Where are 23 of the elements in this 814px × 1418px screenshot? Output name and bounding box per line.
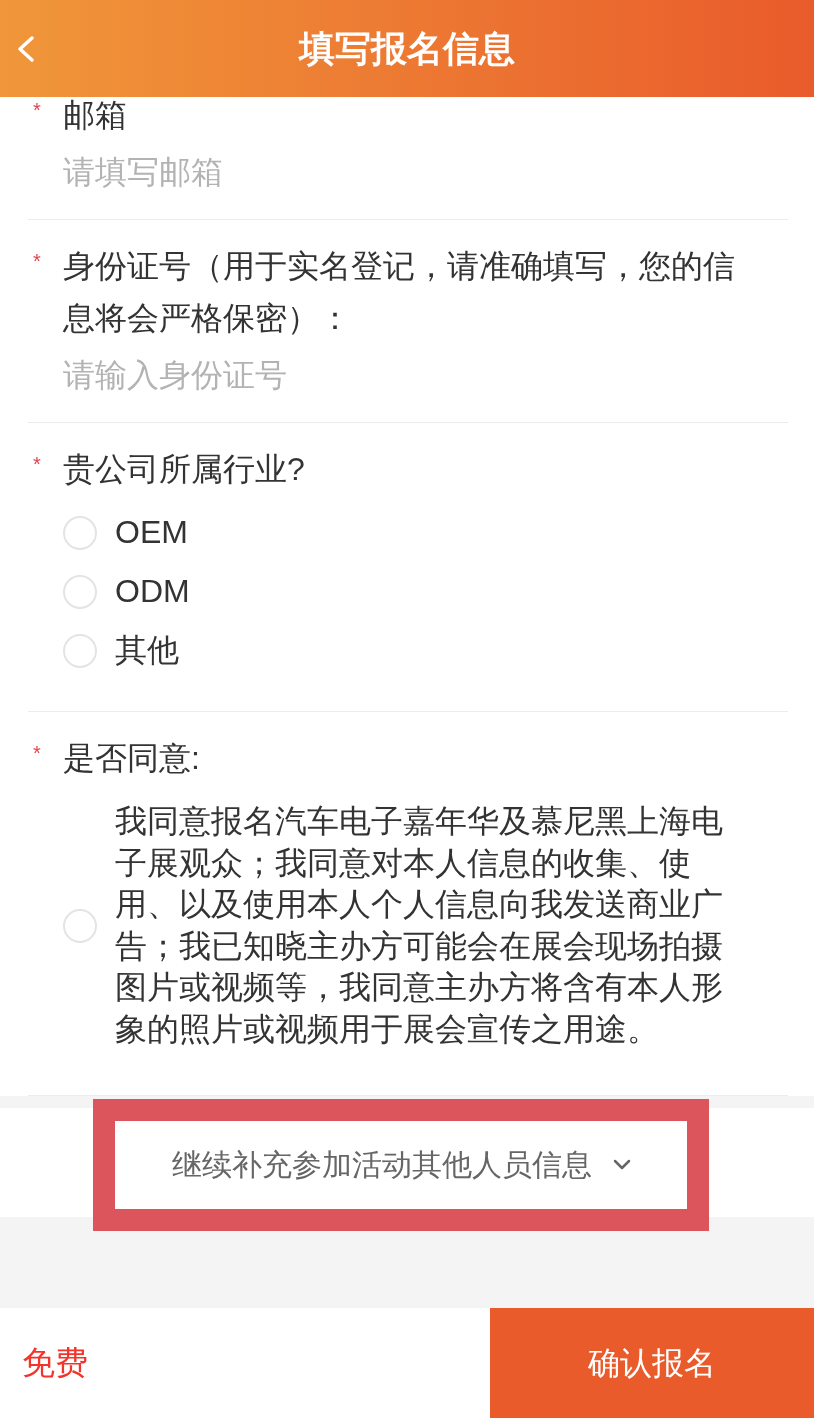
option-label[interactable]: ODM (115, 571, 190, 612)
field-label: 贵公司所属行业? (63, 450, 305, 489)
radio-button[interactable] (63, 574, 97, 609)
back-icon[interactable] (15, 34, 37, 63)
required-mark: * (33, 741, 41, 766)
required-mark: * (33, 98, 41, 123)
chevron-down-icon (612, 1159, 631, 1171)
option-label[interactable]: 我同意报名汽车电子嘉年华及慕尼黑上海电子展观众；我同意对本人信息的收集、使用、以及使用本人个人信息向我发送商业广告；我已知晓主办方可能会在展会现场拍摄图片或视频等，我同意主办方将含有本人形象的照片或视频用于展会宣传之用途。 (115, 801, 735, 1051)
price-label: 免费 (22, 1343, 88, 1383)
page-title: 填写报名信息 (299, 26, 515, 71)
field-label: 是否同意: (63, 739, 200, 778)
field-label: 邮箱 (63, 97, 127, 135)
radio-button[interactable] (63, 633, 97, 668)
input-field[interactable]: 请输入身份证号 (63, 355, 788, 395)
field-label: 身份证号（用于实名登记，请准确填写，您的信息将会严格保密）： (63, 247, 736, 338)
input-field[interactable]: 请填写邮箱 (63, 152, 788, 192)
radio-button[interactable] (63, 515, 97, 550)
submit-button[interactable]: 确认报名 (490, 1308, 814, 1418)
option-label[interactable]: OEM (115, 512, 188, 553)
radio-button[interactable] (63, 908, 97, 943)
required-mark: * (33, 249, 41, 274)
required-mark: * (33, 452, 41, 477)
option-label[interactable]: 其他 (115, 630, 179, 671)
